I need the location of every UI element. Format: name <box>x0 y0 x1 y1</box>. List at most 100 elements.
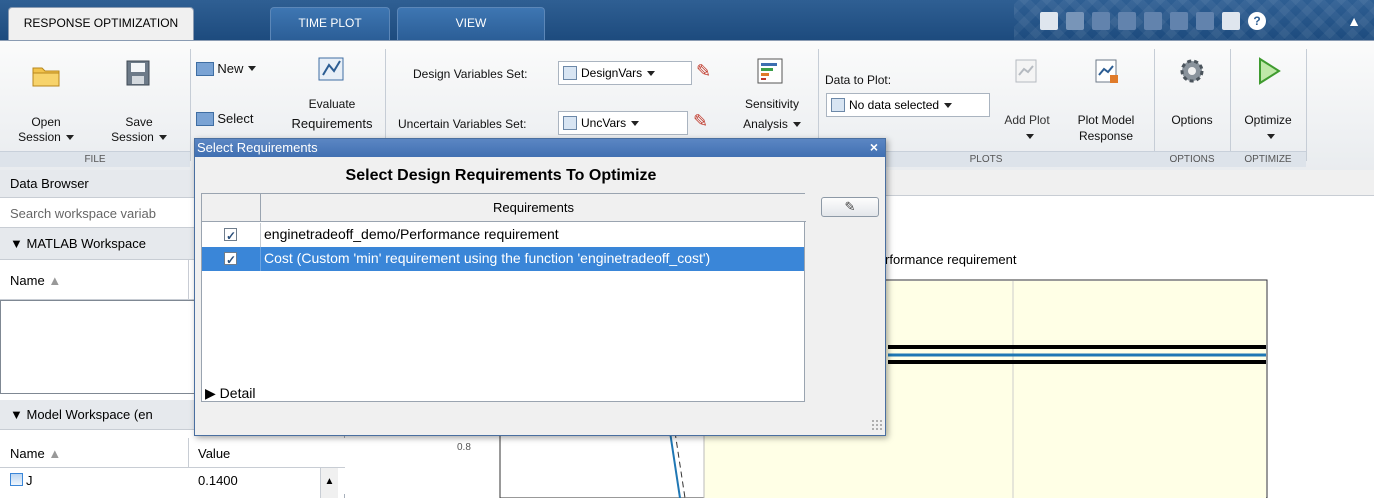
cell-divider <box>260 223 261 247</box>
variable-name: J <box>26 473 33 488</box>
new-label: New <box>217 60 244 76</box>
plot-model-label1: Plot Model <box>1077 113 1135 127</box>
scrollbar-up-arrow[interactable]: ▲ <box>320 468 338 498</box>
save-session-label1: Save <box>125 115 153 129</box>
column-divider <box>188 438 189 468</box>
undo-icon[interactable] <box>1170 12 1188 30</box>
switch-windows-icon[interactable] <box>1222 12 1240 30</box>
options-label: Options <box>1171 113 1213 127</box>
uncertain-variables-icon <box>563 116 577 130</box>
select-label: Select <box>217 110 254 126</box>
close-icon[interactable]: × <box>867 140 881 155</box>
help-icon[interactable]: ? <box>1248 12 1266 30</box>
tab-time-plot[interactable]: TIME PLOT <box>270 7 390 40</box>
evaluate-label1: Evaluate <box>308 97 356 111</box>
edit-requirement-button[interactable]: ✎ <box>821 197 879 217</box>
value-column-header: Value <box>198 446 231 461</box>
model-workspace-header[interactable]: Name ▲ Value <box>0 438 345 468</box>
row-checkbox[interactable] <box>224 249 237 272</box>
select-requirements-button[interactable]: Select <box>196 111 276 133</box>
requirement-name: Cost (Custom 'min' requirement using the… <box>264 250 711 266</box>
variable-value: 0.1400 <box>198 473 238 488</box>
copy-icon[interactable] <box>1118 12 1136 30</box>
design-variables-value: DesignVars <box>581 66 643 80</box>
detail-expander[interactable]: ▶ Detail <box>205 385 255 402</box>
plot-model-response-button[interactable]: Plot Model Response <box>1064 51 1148 143</box>
new-requirement-icon <box>196 61 214 76</box>
dialog-title: Select Requirements <box>197 140 318 155</box>
optimize-label: Optimize <box>1244 113 1292 127</box>
optimize-caret <box>1232 129 1304 143</box>
row-checkbox[interactable] <box>224 225 237 248</box>
checkbox-column-header <box>202 194 261 222</box>
separator <box>1154 49 1155 161</box>
separator <box>1230 49 1231 161</box>
minimize-ribbon-icon[interactable]: ▲ <box>1345 12 1363 30</box>
design-variables-dropdown[interactable]: DesignVars <box>558 61 692 85</box>
evaluate-icon <box>318 57 344 81</box>
select-requirements-dialog: Select Requirements × Select Design Requ… <box>194 138 886 436</box>
name-column-header: Name ▲ <box>10 273 62 288</box>
save-icon <box>126 60 150 86</box>
separator <box>1306 49 1307 161</box>
variables-icon <box>563 66 577 80</box>
response-curve-dashed <box>674 431 686 498</box>
data-icon <box>831 98 845 112</box>
edit-uncertain-vars-icon[interactable]: ✎ <box>693 111 713 135</box>
y-tick-label: 0.8 <box>457 442 471 453</box>
add-plot-label: Add Plot <box>1004 113 1050 127</box>
dialog-heading: Select Design Requirements To Optimize <box>345 167 657 184</box>
sensitivity-analysis-button[interactable]: Sensitivity Analysis <box>724 51 820 143</box>
play-icon <box>1259 57 1281 85</box>
new-requirement-button[interactable]: New <box>196 61 280 83</box>
sensitivity-icon <box>757 58 783 84</box>
table-row-selected[interactable]: Cost (Custom 'min' requirement using the… <box>202 247 804 272</box>
data-to-plot-label: Data to Plot: <box>825 73 892 87</box>
response-curve <box>669 431 681 498</box>
options-group-label: OPTIONS <box>1154 151 1230 167</box>
layout-icon[interactable] <box>1040 12 1058 30</box>
table-row[interactable]: enginetradeoff_demo/Performance requirem… <box>202 223 804 248</box>
save-session-label2: Session <box>96 130 182 144</box>
select-requirements-icon <box>196 111 214 126</box>
plot-model-icon <box>1095 59 1118 83</box>
uncertain-variables-value: UncVars <box>581 116 627 130</box>
save-session-button[interactable]: Save Session <box>96 53 182 145</box>
dialog-title-bar: Select Requirements × <box>195 139 885 157</box>
column-divider <box>188 260 189 300</box>
paste-icon[interactable] <box>1144 12 1162 30</box>
save-quick-icon[interactable] <box>1066 12 1084 30</box>
name-column-header2: Name ▲ <box>10 446 62 461</box>
variable-row[interactable]: J 0.1400 <box>0 468 345 494</box>
tab-response-optimization[interactable]: RESPONSE OPTIMIZATION <box>8 7 194 40</box>
cut-icon[interactable] <box>1092 12 1110 30</box>
redo-icon[interactable] <box>1196 12 1214 30</box>
open-session-label1: Open <box>31 115 61 129</box>
tab-view[interactable]: VIEW <box>397 7 545 40</box>
options-button[interactable]: Options <box>1158 51 1226 143</box>
file-group-label: FILE <box>0 151 190 167</box>
evaluate-requirements-button[interactable]: Evaluate Requirements <box>284 51 380 143</box>
edit-design-vars-icon[interactable]: ✎ <box>696 61 716 85</box>
expand-triangle-icon: ▶ <box>205 385 216 401</box>
plot-model-label2: Response <box>1078 129 1134 143</box>
sensitivity-label2: Analysis <box>724 117 820 131</box>
requirements-column-header[interactable]: Requirements <box>261 194 806 222</box>
resize-grip[interactable] <box>871 419 883 431</box>
evaluate-label2: Requirements <box>291 116 373 131</box>
data-to-plot-dropdown[interactable]: No data selected <box>826 93 990 117</box>
add-plot-button[interactable]: Add Plot <box>994 51 1060 143</box>
uncertain-variables-dropdown[interactable]: UncVars <box>558 111 688 135</box>
data-to-plot-value: No data selected <box>849 98 940 112</box>
sensitivity-label1: Sensitivity <box>744 97 800 111</box>
tab-bar: RESPONSE OPTIMIZATION TIME PLOT VIEW ? ▲ <box>0 0 1374 40</box>
detail-label: Detail <box>219 385 256 401</box>
optimize-button[interactable]: Optimize <box>1232 51 1304 143</box>
matlab-workspace-label: ▼ MATLAB Workspace <box>10 236 146 251</box>
model-workspace-label: ▼ Model Workspace (en <box>10 407 153 422</box>
add-plot-icon <box>1015 59 1037 83</box>
optimize-group-label: OPTIMIZE <box>1230 151 1306 167</box>
design-variables-label: Design Variables Set: <box>413 67 528 81</box>
gear-icon <box>1180 59 1204 83</box>
open-session-button[interactable]: Open Session <box>6 53 86 145</box>
